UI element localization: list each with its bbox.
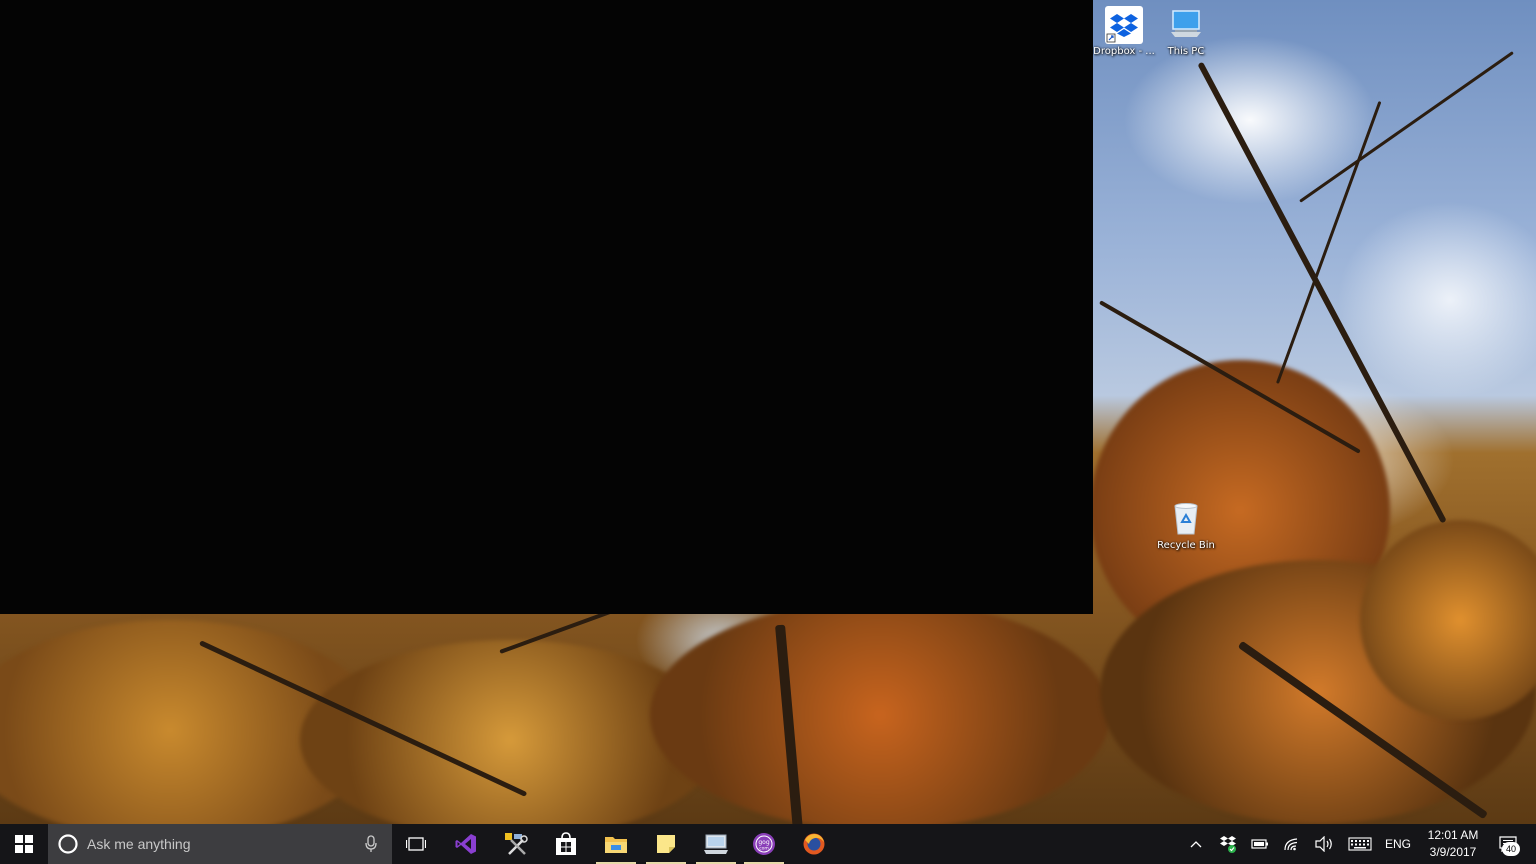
show-hidden-icons-button[interactable] (1184, 824, 1208, 864)
clock-time: 12:01 AM (1427, 828, 1479, 842)
gog-icon: gog com (753, 833, 775, 855)
store-icon (556, 832, 576, 855)
clock[interactable]: 12:01 AM 3/9/2017 (1416, 824, 1490, 864)
tray-network[interactable] (1278, 824, 1306, 864)
tray-dropbox[interactable] (1214, 824, 1242, 864)
task-view-button[interactable] (392, 824, 440, 864)
taskbar: Ask me anything gog com ENG 12:01 AM 3/9… (0, 824, 1536, 864)
tray-touch-keyboard[interactable] (1344, 824, 1376, 864)
clock-date: 3/9/2017 (1429, 845, 1477, 859)
taskbar-app-file-explorer[interactable] (592, 824, 640, 864)
taskbar-app-visual-studio[interactable] (442, 824, 490, 864)
svg-text:com: com (759, 847, 769, 852)
keyboard-icon (1348, 837, 1372, 851)
task-view-icon (406, 837, 426, 851)
taskbar-app-gog[interactable]: gog com (740, 824, 788, 864)
recycle-bin-icon (1167, 500, 1205, 538)
desktop-icon-label: Recycle Bin (1157, 540, 1215, 551)
file-explorer-icon (605, 837, 627, 853)
speaker-icon (1315, 836, 1332, 852)
remote-desktop-icon (704, 834, 728, 854)
notification-count-badge: 40 (1502, 842, 1520, 856)
search-placeholder: Ask me anything (87, 836, 191, 852)
desktop-icon-label: Dropbox - ... (1093, 46, 1155, 57)
wallpaper-branch (1299, 51, 1514, 203)
search-box[interactable]: Ask me anything (48, 824, 392, 864)
desktop-icon-this-pc[interactable]: This PC (1154, 6, 1218, 57)
taskbar-app-store[interactable] (542, 824, 590, 864)
taskbar-app-firefox[interactable] (790, 824, 838, 864)
firefox-icon (803, 833, 825, 855)
black-window[interactable] (0, 0, 1093, 614)
wallpaper-foliage (650, 600, 1110, 824)
taskbar-app-tools[interactable] (492, 824, 540, 864)
windows-logo-icon (15, 835, 33, 853)
dropbox-icon (1105, 6, 1143, 44)
visual-studio-icon (455, 834, 476, 854)
svg-text:gog: gog (758, 839, 769, 846)
desktop-icon-label: This PC (1167, 46, 1205, 57)
tray-battery[interactable] (1246, 824, 1274, 864)
cortana-circle-icon (58, 834, 78, 854)
desktop-wallpaper: Dropbox - ... This PC Recycle Bin (0, 0, 1536, 824)
dropbox-tray-icon (1220, 836, 1236, 853)
desktop-icon-recycle-bin[interactable]: Recycle Bin (1154, 500, 1218, 551)
sticky-notes-icon (657, 835, 675, 853)
battery-icon (1251, 839, 1268, 849)
taskbar-app-remote-desktop[interactable] (692, 824, 740, 864)
wifi-icon (1284, 838, 1298, 851)
desktop-icon-dropbox[interactable]: Dropbox - ... (1092, 6, 1156, 57)
tray-volume[interactable] (1310, 824, 1338, 864)
input-language-indicator[interactable]: ENG (1380, 824, 1416, 864)
microphone-icon[interactable] (364, 835, 378, 853)
chevron-up-icon (1190, 841, 1202, 848)
start-button[interactable] (0, 824, 48, 864)
this-pc-icon (1167, 6, 1205, 44)
tools-icon (505, 833, 528, 855)
taskbar-app-sticky-notes[interactable] (642, 824, 690, 864)
